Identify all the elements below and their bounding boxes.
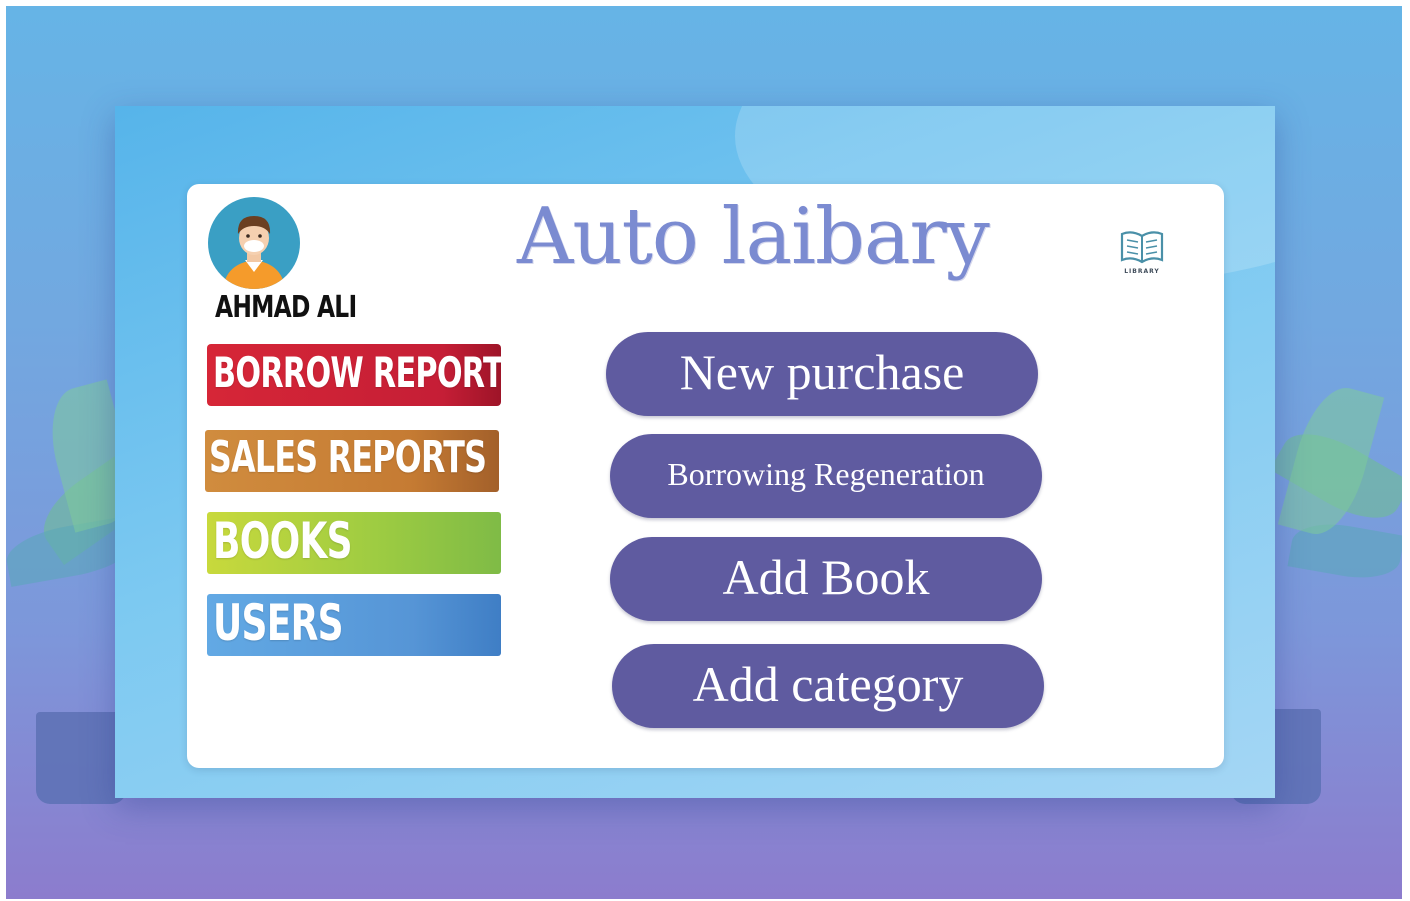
sidebar-item-label: USERS xyxy=(213,594,344,652)
sidebar-item-books[interactable]: BOOKS xyxy=(207,512,501,574)
sidebar-item-users[interactable]: USERS xyxy=(207,594,501,656)
sidebar-item-label: SALES REPORTS xyxy=(209,432,487,483)
page-title: Auto laibary xyxy=(517,192,990,282)
sidebar-item-borrow-reports[interactable]: BORROW REPORTS xyxy=(207,344,501,406)
add-book-button[interactable]: Add Book xyxy=(610,537,1042,621)
new-purchase-button[interactable]: New purchase xyxy=(606,332,1038,416)
main-card: AHMAD ALI BORROW REPORTS SALES REPORTS B… xyxy=(187,184,1224,768)
borrowing-regeneration-button[interactable]: Borrowing Regeneration xyxy=(610,434,1042,518)
user-avatar-icon xyxy=(208,197,300,289)
user-name: AHMAD ALI xyxy=(215,290,357,325)
sidebar-item-sales-reports[interactable]: SALES REPORTS xyxy=(205,430,499,492)
plant-pot-left xyxy=(36,712,126,804)
open-book-icon xyxy=(1120,231,1164,264)
library-logo: LIBRARY xyxy=(1112,226,1172,278)
add-category-button[interactable]: Add category xyxy=(612,644,1044,728)
sidebar-item-label: BORROW REPORTS xyxy=(213,348,501,397)
logo-caption: LIBRARY xyxy=(1124,268,1160,275)
sidebar-item-label: BOOKS xyxy=(213,512,353,570)
avatar[interactable] xyxy=(207,196,301,290)
